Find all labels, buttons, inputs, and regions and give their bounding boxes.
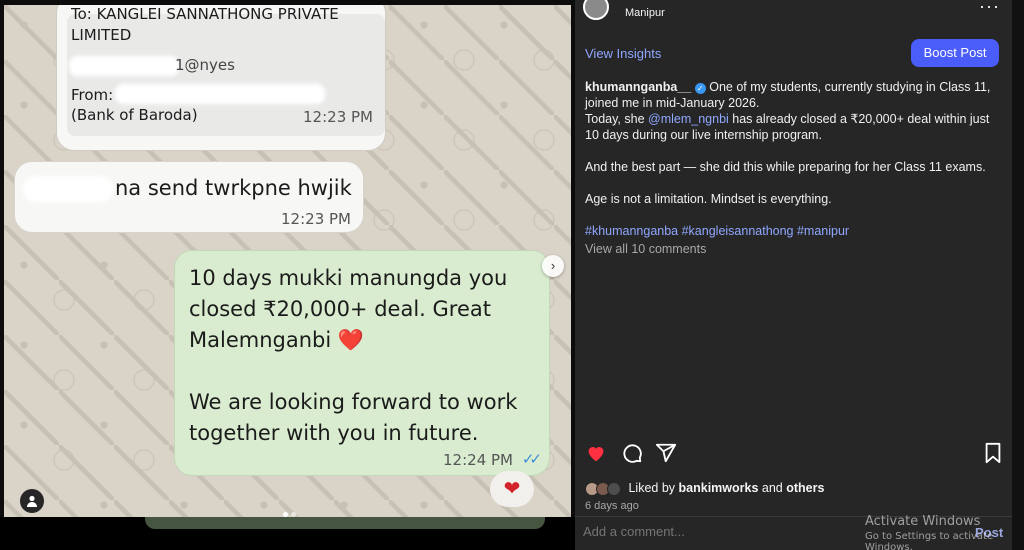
payment-recipient: To: KANGLEI SANNATHONG PRIVATE LIMITED <box>71 5 339 44</box>
post-header: Manipur ··· <box>575 0 1012 30</box>
watermark-subtitle: Go to Settings to activate Windows. <box>865 531 994 550</box>
more-options-icon[interactable]: ··· <box>979 0 1000 17</box>
carousel-next-button[interactable]: › <box>542 255 564 277</box>
caption-text: And the best part — she did this while p… <box>585 160 986 174</box>
share-icon[interactable] <box>655 442 677 470</box>
post-age: 6 days ago <box>585 500 639 512</box>
save-bookmark-icon[interactable] <box>983 442 1003 470</box>
likes-others-link[interactable]: others <box>786 481 824 495</box>
caption-username[interactable]: khumannganba__ <box>585 80 691 94</box>
view-all-comments-link[interactable]: View all 10 comments <box>585 242 706 256</box>
avatar[interactable] <box>583 0 609 20</box>
message-time: 12:23 PM <box>281 210 351 228</box>
watermark-title: Activate Windows <box>865 514 981 529</box>
post-actions <box>585 442 1003 466</box>
received-payment-bubble: To: KANGLEI SANNATHONG PRIVATE LIMITED 1… <box>56 5 386 151</box>
message-time: 12:24 PM <box>443 451 513 469</box>
message-text: 10 days mukki manungda you closed ₹20,00… <box>189 266 518 445</box>
likes-prefix: Liked by <box>628 481 679 495</box>
windows-activation-watermark: Activate Windows Go to Settings to activ… <box>865 514 1024 550</box>
read-receipt-icon: ✓✓ <box>521 450 542 468</box>
message-time: 12:23 PM <box>303 108 373 126</box>
window-edge <box>1012 0 1024 550</box>
redaction-mark <box>115 84 325 104</box>
caption-text: Today, she <box>585 112 649 126</box>
likes-summary: Liked by bankimworks and others <box>585 481 824 497</box>
tagged-users-icon[interactable] <box>20 489 44 513</box>
caption-text: Age is not a limitation. Mindset is ever… <box>585 192 832 206</box>
caption-hashtags[interactable]: #khumannganba #kangleisannathong #manipu… <box>585 223 1000 239</box>
liker-avatars <box>585 481 625 496</box>
post-details-panel: Manipur ··· View Insights Boost Post khu… <box>575 0 1012 550</box>
carousel-indicator <box>283 504 299 517</box>
media-bottom-strip <box>0 517 575 550</box>
person-icon <box>27 495 37 507</box>
post-media-image[interactable]: To: KANGLEI SANNATHONG PRIVATE LIMITED 1… <box>4 5 571 517</box>
payment-bank: (Bank of Baroda) <box>71 106 198 124</box>
sent-text-bubble: 10 days mukki manungda you closed ₹20,00… <box>174 250 550 476</box>
masked-upi: 1@nyes <box>175 56 235 74</box>
liker-username[interactable]: bankimworks <box>679 481 759 495</box>
comment-icon[interactable] <box>621 442 643 470</box>
redaction-mark <box>23 176 113 202</box>
payment-from-label: From: <box>71 86 114 104</box>
heart-reaction-icon: ❤ <box>490 471 534 507</box>
verified-badge-icon: ✓ <box>694 83 706 94</box>
caption-mention[interactable]: @mlem_ngnbi <box>648 112 729 126</box>
boost-post-button[interactable]: Boost Post <box>911 39 999 67</box>
received-text-bubble: na send twrkpne hwjik 12:23 PM <box>14 161 364 233</box>
message-text: na send twrkpne hwjik <box>115 176 352 200</box>
like-heart-icon[interactable] <box>585 442 607 470</box>
redaction-mark <box>69 56 179 76</box>
likes-and: and <box>758 481 787 495</box>
post-location[interactable]: Manipur <box>625 7 665 19</box>
view-insights-link[interactable]: View Insights <box>585 46 661 61</box>
post-caption: khumannganba__ ✓ One of my students, cur… <box>585 79 1000 239</box>
